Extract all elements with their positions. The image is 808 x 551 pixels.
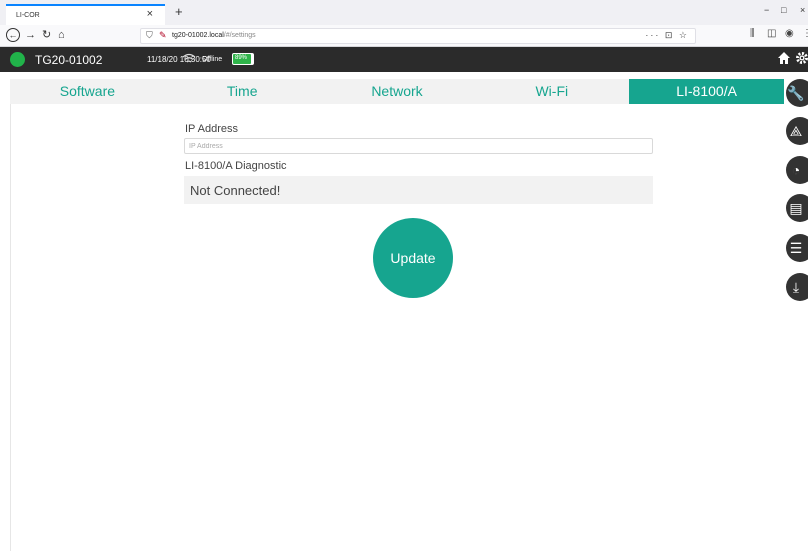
wrench-button[interactable]: 🔧 [786, 79, 808, 107]
wrench-icon: 🔧 [787, 84, 805, 101]
tab-li-8100a[interactable]: LI-8100/A [629, 79, 784, 104]
menu-icon[interactable]: ⋮ [802, 28, 808, 39]
url-path: /#/settings [223, 32, 256, 39]
url-text[interactable]: tg20-01002.local/#/settings [172, 32, 256, 39]
tab-network[interactable]: Network [320, 79, 475, 104]
wifi-icon [182, 53, 196, 67]
gear-icon[interactable] [795, 51, 808, 68]
forward-icon[interactable]: → [25, 28, 36, 42]
url-bar[interactable]: ⛉ ✎ tg20-01002.local/#/settings ··· ⊡ ☆ [140, 28, 696, 44]
close-tab-icon[interactable]: × [147, 8, 153, 20]
back-icon[interactable]: ← [6, 28, 20, 42]
new-tab-icon[interactable]: + [175, 4, 183, 19]
download-icon: ⤓ [792, 278, 800, 295]
battery-icon: 89% [232, 53, 254, 65]
ip-address-input[interactable] [184, 138, 653, 154]
home-icon[interactable] [777, 51, 791, 69]
url-host: tg20-01002.local [172, 32, 224, 39]
sidebar-icon[interactable]: ◫ [767, 28, 776, 39]
download-button[interactable]: ⤓ [786, 273, 808, 301]
battery-level: 89% [235, 55, 248, 61]
update-button[interactable]: Update [373, 218, 453, 298]
tracking-shield-icon[interactable]: ⛉ [146, 30, 153, 41]
device-name: TG20-01002 [35, 53, 103, 67]
diagnostic-label: LI-8100/A Diagnostic [185, 160, 287, 172]
sliders-icon: ☰ [789, 239, 803, 256]
browser-tab-title: LI-COR [16, 12, 40, 19]
home-icon-svg [778, 52, 790, 64]
sliders-button[interactable]: ☰ [786, 234, 808, 262]
tab-software[interactable]: Software [10, 79, 165, 104]
browser-toolbar: ← → ↻ ⌂ ⛉ ✎ tg20-01002.local/#/settings … [0, 25, 808, 47]
wifi-icon-svg [182, 53, 196, 63]
gauge-button[interactable]: ◔ [786, 156, 808, 184]
status-indicator [10, 52, 25, 67]
layout-button[interactable]: ▤ [786, 194, 808, 222]
library-icon[interactable]: ⫼ [750, 28, 755, 39]
content-divider [10, 104, 11, 551]
page-actions-icons[interactable]: ··· ⊡ ☆ [645, 30, 689, 41]
gauge-icon: ◔ [791, 162, 801, 178]
insecure-lock-icon[interactable]: ✎ [159, 30, 167, 41]
browser-tab[interactable]: LI-COR × [6, 4, 165, 25]
settings-tabs: Software Time Network Wi-Fi LI-8100/A [10, 79, 784, 104]
tab-wifi[interactable]: Wi-Fi [474, 79, 629, 104]
compass-button[interactable]: ⟁ [786, 117, 808, 145]
reload-icon[interactable]: ↻ [42, 28, 51, 42]
minimize-icon[interactable]: − [764, 5, 769, 15]
close-window-icon[interactable]: × [800, 5, 805, 15]
compass-icon: ⟁ [789, 122, 803, 139]
connection-status: Offline [202, 56, 223, 63]
app-header: TG20-01002 11/18/20 10:30:50 Offline 89% [0, 47, 808, 72]
ip-address-label: IP Address [185, 123, 238, 135]
tab-time[interactable]: Time [165, 79, 320, 104]
screen: LI-COR × + − □ × ← → ↻ ⌂ ⛉ ✎ tg20-01002.… [0, 0, 808, 551]
home-page-icon[interactable]: ⌂ [58, 28, 65, 42]
maximize-icon[interactable]: □ [781, 5, 786, 15]
gear-icon-svg [796, 52, 808, 64]
extension-icon[interactable]: ◉ [785, 28, 794, 39]
diagnostic-status: Not Connected! [190, 183, 281, 198]
diagnostic-box: Not Connected! [184, 176, 653, 204]
browser-tab-bar: LI-COR × + − □ × [0, 0, 808, 25]
layout-icon: ▤ [789, 199, 803, 216]
